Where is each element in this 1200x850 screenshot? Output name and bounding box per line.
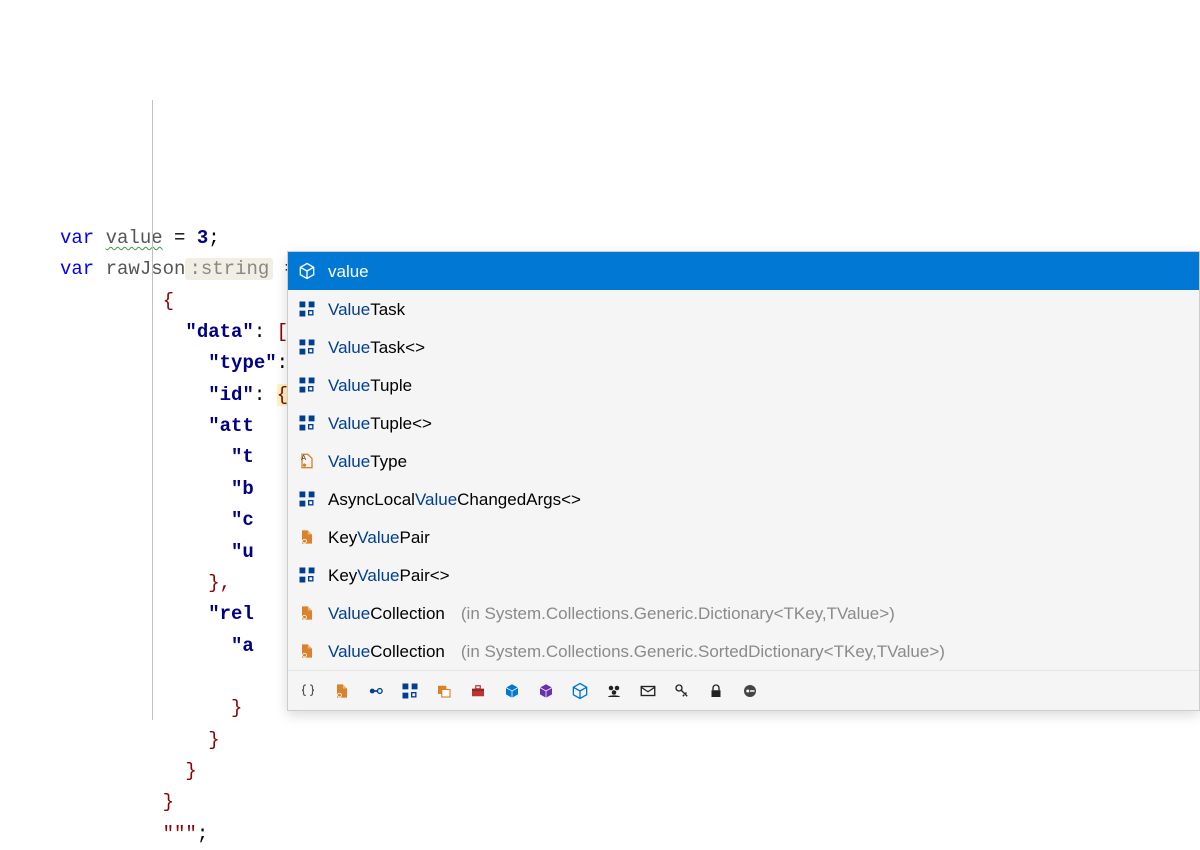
json-key: "id" (208, 384, 254, 406)
intellisense-item-label: value (328, 263, 369, 280)
brace: } (208, 729, 219, 751)
filter-link-icon[interactable] (366, 681, 386, 701)
filter-enum-icon[interactable] (434, 681, 454, 701)
intellisense-item-label: ValueType (328, 453, 407, 470)
filter-lock-icon[interactable] (706, 681, 726, 701)
intellisense-item[interactable]: KeyValuePair (288, 518, 1199, 556)
svg-text:A: A (301, 453, 306, 462)
brace: { (163, 290, 174, 312)
struct-icon (296, 564, 318, 586)
number-literal: 3 (197, 227, 208, 249)
class-icon (296, 526, 318, 548)
struct-icon (296, 488, 318, 510)
intellisense-item[interactable]: ValueTask (288, 290, 1199, 328)
intellisense-item-label: ValueTuple<> (328, 415, 432, 432)
json-key: "data" (185, 321, 253, 343)
struct-icon (296, 298, 318, 320)
intellisense-item-hint: (in System.Collections.Generic.SortedDic… (461, 643, 945, 660)
intellisense-popup: value ValueTask ValueTask<> ValueTuple Value… (287, 251, 1200, 711)
text: : (254, 321, 277, 343)
filter-toolbox-icon[interactable] (468, 681, 488, 701)
intellisense-item[interactable]: A ValueType (288, 442, 1199, 480)
variable-rawjson: rawJson (106, 258, 186, 280)
brace: } (231, 697, 242, 719)
struct-icon (296, 336, 318, 358)
semicolon: ; (208, 227, 219, 249)
inline-type-hint: :string (185, 258, 273, 280)
json-key-partial: "rel (208, 603, 254, 625)
cube-outline-icon (296, 260, 318, 282)
filter-braces-icon[interactable] (298, 681, 318, 701)
intellisense-item[interactable]: KeyValuePair<> (288, 556, 1199, 594)
text: : (254, 384, 277, 406)
filter-class-icon[interactable] (332, 681, 352, 701)
intellisense-item[interactable]: ValueTuple (288, 366, 1199, 404)
json-key-partial: "u (231, 541, 254, 563)
intellisense-item-label: ValueCollection (328, 605, 445, 622)
struct-icon (296, 412, 318, 434)
intellisense-item-label: AsyncLocalValueChangedArgs<> (328, 491, 581, 508)
semicolon: ; (197, 823, 208, 845)
class-icon (296, 602, 318, 624)
brace: } (185, 760, 196, 782)
intellisense-filter-bar (288, 670, 1199, 710)
filter-mail-icon[interactable] (638, 681, 658, 701)
json-key-partial: "c (231, 509, 254, 531)
filter-circle-icon[interactable] (740, 681, 760, 701)
class-abstract-icon: A (296, 450, 318, 472)
filter-cube-blue-icon[interactable] (502, 681, 522, 701)
intellisense-item[interactable]: AsyncLocalValueChangedArgs<> (288, 480, 1199, 518)
json-key: "type" (208, 352, 276, 374)
intellisense-item[interactable]: ValueCollection (in System.Collections.Ge… (288, 594, 1199, 632)
filter-key-icon[interactable] (672, 681, 692, 701)
intellisense-item-label: KeyValuePair<> (328, 567, 450, 584)
intellisense-item[interactable]: ValueTask<> (288, 328, 1199, 366)
intellisense-item-label: ValueTuple (328, 377, 412, 394)
json-key-partial: "att (208, 415, 254, 437)
raw-string-close: """ (163, 823, 197, 845)
filter-cube-purple-icon[interactable] (536, 681, 556, 701)
intellisense-item-label: ValueTask<> (328, 339, 425, 356)
intellisense-item-label: KeyValuePair (328, 529, 430, 546)
json-key-partial: "b (231, 478, 254, 500)
json-key-partial: "a (231, 635, 254, 657)
variable-value: value (106, 227, 163, 249)
intellisense-item[interactable]: ValueCollection (in System.Collections.Ge… (288, 632, 1199, 670)
filter-group-icon[interactable] (604, 681, 624, 701)
json-key-partial: "t (231, 446, 254, 468)
filter-struct-icon[interactable] (400, 681, 420, 701)
intellisense-item-hint: (in System.Collections.Generic.Dictionar… (461, 605, 895, 622)
struct-icon (296, 374, 318, 396)
keyword-var: var (60, 258, 94, 280)
intellisense-item[interactable]: ValueTuple<> (288, 404, 1199, 442)
class-icon (296, 640, 318, 662)
brace: }, (208, 572, 231, 594)
intellisense-item-label: ValueTask (328, 301, 405, 318)
indent-guide (152, 100, 153, 720)
brace: } (163, 791, 174, 813)
keyword-var: var (60, 227, 94, 249)
intellisense-item-label: ValueCollection (328, 643, 445, 660)
intellisense-item[interactable]: value (288, 252, 1199, 290)
text: = (163, 227, 197, 249)
filter-cube-outline-icon[interactable] (570, 681, 590, 701)
